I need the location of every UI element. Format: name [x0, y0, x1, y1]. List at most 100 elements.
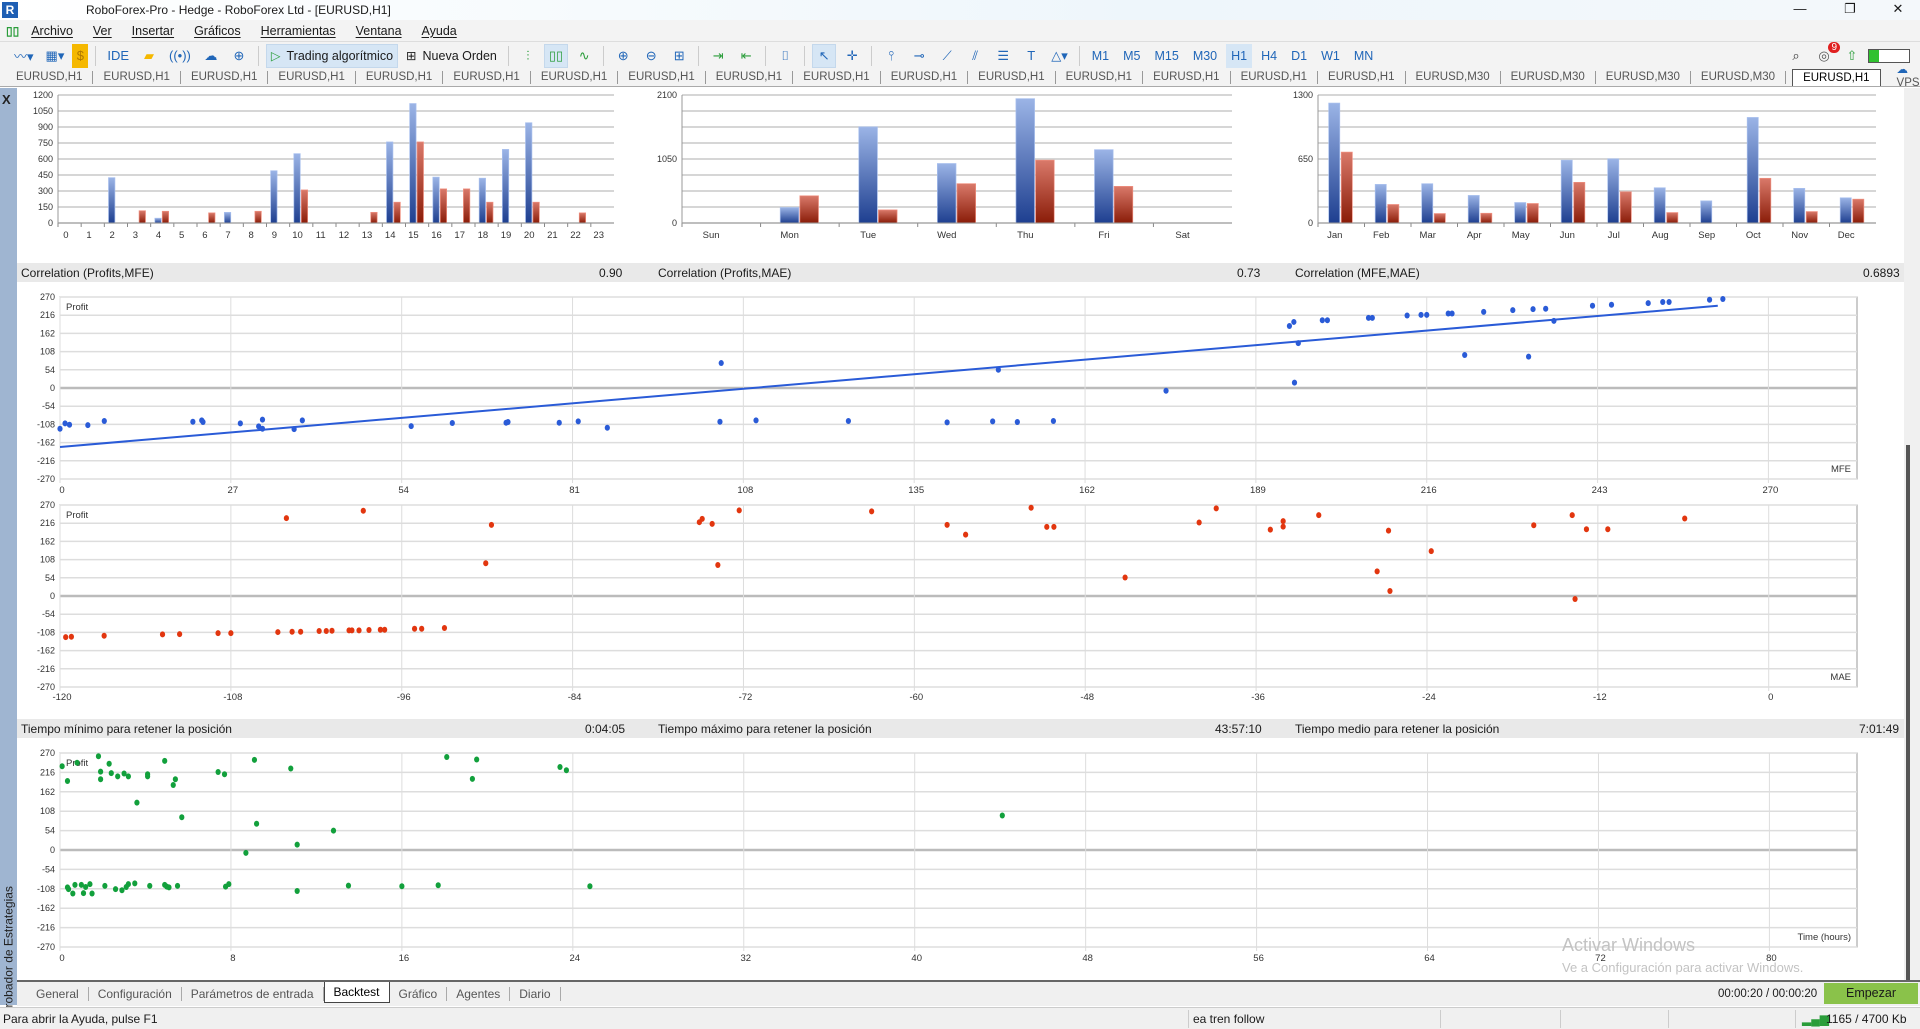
tester-tab-2[interactable]: Parámetros de entrada	[182, 987, 324, 1001]
start-button[interactable]: Empezar	[1824, 983, 1918, 1004]
timeframe-d1[interactable]: D1	[1286, 44, 1312, 68]
timeframe-w1[interactable]: W1	[1316, 44, 1345, 68]
chart-tab[interactable]: EURUSD,H1	[356, 70, 444, 84]
menu-ventana[interactable]: Ventana	[356, 24, 402, 38]
algo-trading-button[interactable]: ▷ Trading algorítmico	[265, 43, 399, 68]
chart-tab[interactable]: EURUSD,H1	[181, 70, 269, 84]
chart-tab[interactable]: EURUSD,H1	[618, 70, 706, 84]
chart-tab[interactable]: EURUSD,H1	[1056, 70, 1144, 84]
data-point	[174, 882, 181, 889]
chart-tab[interactable]: EURUSD,H1	[6, 70, 94, 84]
data-point	[753, 417, 759, 424]
ide-button[interactable]: IDE	[103, 44, 133, 68]
close-button[interactable]: ✕	[1878, 0, 1918, 20]
lvl-icon[interactable]: ⇧	[1840, 44, 1864, 68]
tester-tab-4[interactable]: Gráfico	[390, 987, 448, 1001]
chart-tab[interactable]: EURUSD,M30	[1406, 70, 1501, 84]
crosshair-icon[interactable]: ✛	[840, 44, 864, 68]
menu-herramientas[interactable]: Herramientas	[261, 24, 336, 38]
y-tick-label: 900	[38, 122, 53, 132]
signals-icon[interactable]: ((•))	[165, 44, 195, 68]
y-axis-label: Profit	[66, 510, 89, 521]
autoscroll-icon[interactable]: ⇥	[706, 44, 730, 68]
candles-icon[interactable]: ▯▯	[543, 43, 569, 68]
text-icon[interactable]: T	[1019, 44, 1043, 68]
tester-tab-5[interactable]: Agentes	[447, 987, 511, 1001]
chart-tab[interactable]: EURUSD,H1	[531, 70, 619, 84]
dollar-icon[interactable]: $	[72, 43, 89, 68]
x-tick-label: 6	[202, 230, 207, 241]
cursor-icon[interactable]: ↖	[812, 43, 837, 68]
web-add-icon[interactable]: ⊕	[227, 44, 251, 68]
y-tick-label: 0	[672, 218, 677, 228]
trendline-icon[interactable]: ⟋	[935, 44, 959, 68]
timeframe-mn[interactable]: MN	[1349, 44, 1378, 68]
chart-tab[interactable]: EURUSD,H1	[793, 70, 881, 84]
menu-ver[interactable]: Ver	[93, 24, 112, 38]
minimize-button[interactable]: —	[1780, 0, 1820, 20]
chart-tab[interactable]: EURUSD,H1	[93, 70, 181, 84]
notifications-icon[interactable]: ◎ 9	[1812, 41, 1840, 68]
data-point	[845, 418, 852, 425]
chart-tab[interactable]: EURUSD,M30	[1501, 70, 1596, 84]
chart-shift-icon[interactable]: ⇤	[734, 44, 758, 68]
chart-template-icon[interactable]: ▦▾	[42, 44, 69, 68]
data-point	[145, 773, 151, 780]
chart-tab[interactable]: EURUSD,H1	[968, 70, 1056, 84]
toolbar-separator	[1078, 45, 1080, 66]
tester-tab-3[interactable]: Backtest	[323, 981, 390, 1003]
chart-tab[interactable]: EURUSD,H1	[1792, 68, 1881, 86]
corr-value-3: 0.6893	[1863, 266, 1900, 280]
chart-tab[interactable]: EURUSD,H1	[881, 70, 969, 84]
profit-bar	[937, 163, 957, 224]
vps-tab[interactable]: ☁ VPS	[1887, 64, 1920, 90]
chart-tab[interactable]: EURUSD,H1	[706, 70, 794, 84]
chart-tab[interactable]: EURUSD,H1	[443, 70, 531, 84]
fibonacci-icon[interactable]: ☰	[991, 44, 1015, 68]
menu-archivo[interactable]: Archivo	[31, 24, 73, 38]
chart-tab[interactable]: EURUSD,H1	[1318, 70, 1406, 84]
chart-tab[interactable]: EURUSD,H1	[1231, 70, 1319, 84]
data-point	[1196, 519, 1202, 526]
market-bag-icon[interactable]: ▰	[137, 44, 161, 68]
search-icon[interactable]: ⌕	[1784, 44, 1808, 68]
line-chart-icon[interactable]: 〰▾	[10, 44, 38, 68]
notification-badge: 9	[1828, 41, 1840, 53]
scrollbar-thumb[interactable]	[1906, 445, 1910, 980]
profit-bar	[1793, 187, 1806, 224]
zoom-out-icon[interactable]: ⊖	[639, 44, 663, 68]
timeframe-m30[interactable]: M30	[1188, 44, 1222, 68]
timeframe-m5[interactable]: M5	[1118, 44, 1145, 68]
menu-gráficos[interactable]: Gráficos	[194, 24, 241, 38]
vertical-line-icon[interactable]: ⫯	[879, 44, 903, 68]
cloud-icon[interactable]: ☁	[199, 44, 223, 68]
menu-ayuda[interactable]: Ayuda	[422, 24, 457, 38]
menu-insertar[interactable]: Insertar	[132, 24, 174, 38]
timeframe-h4[interactable]: H4	[1256, 44, 1282, 68]
tester-tab-6[interactable]: Diario	[510, 987, 561, 1001]
bar-chart-icon[interactable]: ⫶	[516, 44, 540, 68]
tester-tab-1[interactable]: Configuración	[89, 987, 182, 1001]
screenshot-icon[interactable]: ⌷	[773, 44, 797, 68]
tester-tab-0[interactable]: General	[27, 987, 89, 1001]
chart-tab[interactable]: EURUSD,H1	[268, 70, 356, 84]
shapes-icon[interactable]: △▾	[1047, 44, 1072, 68]
chart-tab[interactable]: EURUSD,M30	[1691, 70, 1787, 84]
close-panel-button[interactable]: X	[2, 92, 11, 107]
data-point	[1462, 351, 1468, 358]
data-point	[64, 778, 71, 785]
channel-icon[interactable]: ⫽	[963, 44, 987, 68]
timeframe-m1[interactable]: M1	[1087, 44, 1114, 68]
timeframe-h1[interactable]: H1	[1226, 43, 1253, 68]
zoom-in-icon[interactable]: ⊕	[611, 44, 635, 68]
data-point	[134, 799, 140, 806]
horizontal-line-icon[interactable]: ⊸	[907, 44, 931, 68]
chart-tab[interactable]: EURUSD,H1	[1143, 70, 1231, 84]
chart-tab[interactable]: EURUSD,M30	[1596, 70, 1691, 84]
line-icon[interactable]: ∿	[572, 44, 596, 68]
grid-icon[interactable]: ⊞	[667, 44, 691, 68]
maximize-button[interactable]: ❐	[1830, 0, 1870, 20]
data-point	[449, 420, 455, 427]
timeframe-m15[interactable]: M15	[1149, 44, 1183, 68]
new-order-button[interactable]: ⊞ Nueva Orden	[402, 44, 501, 68]
